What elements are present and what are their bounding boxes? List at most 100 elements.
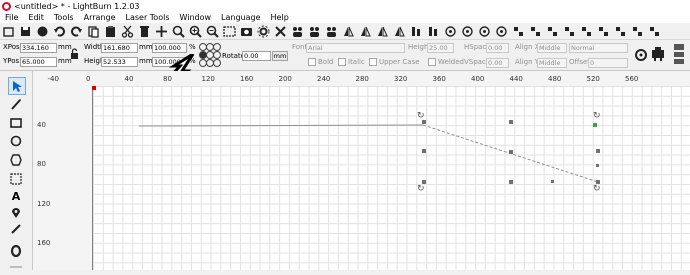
scissors-icon[interactable]: [121, 25, 134, 38]
italic-checkbox[interactable]: [338, 58, 346, 66]
vspace-input[interactable]: 0.00: [486, 58, 509, 68]
tool-sidebar: A: [0, 71, 33, 270]
align-icon[interactable]: [376, 25, 389, 38]
x-ruler-tick: 440: [509, 75, 523, 83]
x-ruler-tick: 400: [471, 75, 485, 83]
open-icon[interactable]: [2, 25, 15, 38]
rotate-handle-bottom-left-icon[interactable]: ↻: [417, 184, 425, 194]
width-input[interactable]: 161.680: [101, 43, 138, 53]
edit-nodes-tool-icon[interactable]: [8, 96, 24, 112]
align-x-select[interactable]: Middle: [537, 43, 567, 53]
menu-edit[interactable]: Edit: [23, 13, 49, 22]
group-icon[interactable]: [291, 25, 304, 38]
more-icon[interactable]: [631, 25, 644, 38]
rotate-handle-top-left-icon[interactable]: ↻: [417, 111, 425, 121]
polygon-tool-icon[interactable]: [8, 152, 24, 168]
mirror-h-icon[interactable]: [325, 25, 338, 38]
rectangle-tool-icon[interactable]: [8, 115, 24, 131]
copy-icon[interactable]: [87, 25, 100, 38]
align-y-select[interactable]: Middle: [537, 58, 567, 68]
split-icon[interactable]: [580, 25, 593, 38]
handle-bottom-center[interactable]: [509, 180, 513, 184]
delete-icon[interactable]: [138, 25, 151, 38]
extra-icon[interactable]: [648, 25, 661, 38]
menu-language[interactable]: Language: [216, 13, 265, 22]
save-icon[interactable]: [19, 25, 32, 38]
rotate-handle-bottom-right-icon[interactable]: ↻: [593, 184, 601, 194]
node-icon[interactable]: [563, 25, 576, 38]
handle-skew[interactable]: [596, 164, 599, 167]
snap-icon[interactable]: [614, 25, 627, 38]
text-style-select[interactable]: Normal: [569, 43, 628, 53]
ypos-input[interactable]: 65.000: [20, 57, 57, 67]
dock-icon[interactable]: [546, 25, 559, 38]
machine-icon[interactable]: [651, 46, 665, 64]
line-tool-icon[interactable]: [8, 171, 24, 187]
menu-file[interactable]: File: [0, 13, 23, 22]
distribute-h-icon[interactable]: [410, 25, 423, 38]
move-laser-icon[interactable]: [461, 25, 474, 38]
weld-icon[interactable]: [495, 25, 508, 38]
text-tool-icon[interactable]: A: [8, 188, 24, 204]
mirror-v-icon[interactable]: [342, 25, 355, 38]
zoom-fit-icon[interactable]: [172, 25, 185, 38]
settings-icon[interactable]: [257, 25, 270, 38]
units-toggle-button[interactable]: mm: [272, 51, 288, 61]
frame-icon[interactable]: [223, 25, 236, 38]
offset-icon[interactable]: [512, 25, 525, 38]
handle-middle-right[interactable]: [596, 149, 600, 153]
upper-case-checkbox[interactable]: [369, 58, 377, 66]
zoom-out-icon[interactable]: [206, 25, 219, 38]
handle-middle-left[interactable]: [422, 149, 426, 153]
hspace-input[interactable]: 0.00: [486, 43, 509, 53]
pan-icon[interactable]: [36, 25, 49, 38]
array-icon[interactable]: [529, 25, 542, 38]
menu-tools[interactable]: Tools: [49, 13, 79, 22]
menu-arrange[interactable]: Arrange: [79, 13, 121, 22]
lock-icon[interactable]: [70, 48, 79, 61]
target-icon[interactable]: [427, 25, 440, 38]
rotary-icon[interactable]: [634, 48, 648, 64]
handle-center[interactable]: [509, 150, 513, 154]
handle-top-center[interactable]: [509, 120, 513, 124]
handle-bottom-midpoint[interactable]: [551, 180, 554, 183]
handle-top-right-selected[interactable]: [593, 123, 597, 127]
measure-tool-icon[interactable]: [8, 221, 24, 237]
camera-icon[interactable]: [240, 25, 253, 38]
grid-icon[interactable]: [597, 25, 610, 38]
rotate-icon[interactable]: [359, 25, 372, 38]
text-height-input[interactable]: 25.00: [427, 43, 454, 53]
distribute-icon[interactable]: [393, 25, 406, 38]
x-ruler-tick: 560: [625, 75, 639, 83]
cut-icon[interactable]: [70, 25, 83, 38]
bold-checkbox[interactable]: [308, 58, 316, 66]
offset-input[interactable]: 0: [588, 58, 628, 68]
width-percent-input[interactable]: 100.000: [152, 43, 187, 53]
push-icon[interactable]: [444, 25, 457, 38]
anchor-top-right[interactable]: [213, 43, 221, 51]
camera-overlay-icon[interactable]: [672, 43, 686, 67]
offset-label: Offset: [569, 58, 591, 66]
rotate-handle-top-right-icon[interactable]: ↻: [593, 111, 601, 121]
rotate-input[interactable]: 0.00: [242, 51, 271, 61]
menu-laser-tools[interactable]: Laser Tools: [121, 13, 175, 22]
tools-icon[interactable]: [274, 25, 287, 38]
move-icon[interactable]: [155, 25, 168, 38]
undo-icon[interactable]: [53, 25, 66, 38]
anchor-bottom-right[interactable]: [213, 59, 221, 67]
offset-tool-icon[interactable]: [8, 243, 24, 259]
xpos-input[interactable]: 334.160: [20, 43, 57, 53]
font-select[interactable]: Arial: [306, 43, 405, 53]
height-input[interactable]: 52.533: [101, 57, 138, 67]
boolean-icon[interactable]: [478, 25, 491, 38]
select-tool-icon[interactable]: [8, 77, 26, 95]
menu-window[interactable]: Window: [175, 13, 217, 22]
anchor-middle-right[interactable]: [213, 51, 221, 59]
menu-help[interactable]: Help: [266, 13, 294, 22]
zoom-in-icon[interactable]: [189, 25, 202, 38]
ellipse-tool-icon[interactable]: [8, 133, 24, 149]
position-laser-tool-icon[interactable]: [8, 205, 24, 221]
welded-checkbox[interactable]: [428, 58, 436, 66]
paste-icon[interactable]: [104, 25, 117, 38]
ungroup-icon[interactable]: [308, 25, 321, 38]
